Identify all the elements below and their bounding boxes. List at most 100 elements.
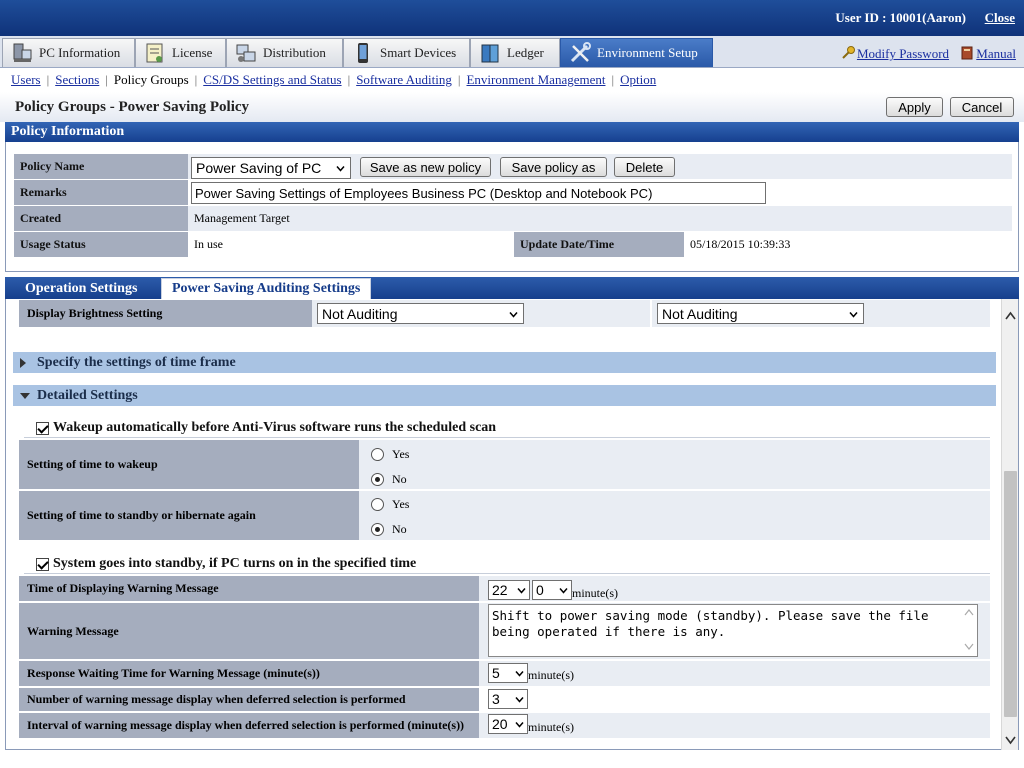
warning-message-textarea[interactable]: Shift to power saving mode (standby). Pl… xyxy=(488,604,978,657)
update-datetime-label: Update Date/Time xyxy=(514,232,684,258)
wakeup-no-radio[interactable]: No xyxy=(371,472,407,487)
save-as-new-policy-button[interactable]: Save as new policy xyxy=(360,157,491,177)
wakeup-checkbox[interactable] xyxy=(36,421,49,435)
subnav-cs-ds-settings[interactable]: CS/DS Settings and Status xyxy=(203,72,341,87)
key-icon xyxy=(841,46,855,60)
main-tab-bar: PC Information License Distribution Smar… xyxy=(0,36,1024,68)
display-brightness-label: Display Brightness Setting xyxy=(19,300,312,327)
detailed-settings-section-toggle[interactable]: Detailed Settings xyxy=(13,385,996,406)
chevron-down-icon xyxy=(517,588,526,594)
chevron-down-icon xyxy=(336,166,345,172)
brightness-left-select[interactable]: Not Auditing xyxy=(317,303,524,324)
license-icon xyxy=(144,42,166,64)
apply-button[interactable]: Apply xyxy=(886,97,943,117)
triangle-down-icon xyxy=(20,393,30,399)
warning-count-select[interactable]: 3 xyxy=(488,689,528,709)
settings-tab-bar: Operation Settings Power Saving Auditing… xyxy=(5,277,1019,299)
tab-label: Ledger xyxy=(507,45,544,60)
policy-name-select[interactable]: Power Saving of PC xyxy=(191,157,351,179)
chevron-down-icon xyxy=(849,312,858,318)
textarea-scroll-arrows-icon[interactable] xyxy=(963,607,975,652)
minutes-unit: minute(s) xyxy=(528,668,574,682)
vertical-scrollbar[interactable] xyxy=(1001,299,1018,750)
subnav-environment-management[interactable]: Environment Management xyxy=(466,72,605,87)
subnav-sections[interactable]: Sections xyxy=(55,72,99,87)
user-id-label: User ID : 10001(Aaron) xyxy=(835,10,966,25)
scroll-down-icon[interactable] xyxy=(1005,735,1016,745)
chevron-down-icon xyxy=(515,722,524,728)
warning-minute-select[interactable]: 0 xyxy=(532,580,572,600)
warning-interval-label: Interval of warning message display when… xyxy=(19,713,479,738)
policy-name-label: Policy Name xyxy=(14,154,188,180)
usage-status-value: In use xyxy=(188,232,514,258)
manual-link[interactable]: Manual xyxy=(976,46,1016,61)
subnav-software-auditing[interactable]: Software Auditing xyxy=(356,72,452,87)
standby-again-yes-radio[interactable]: Yes xyxy=(371,497,409,512)
ledger-icon xyxy=(479,42,501,64)
usage-status-label: Usage Status xyxy=(14,232,188,258)
minutes-unit: minute(s) xyxy=(528,720,574,734)
warning-count-label: Number of warning message display when d… xyxy=(19,688,479,711)
scroll-up-icon[interactable] xyxy=(1005,311,1016,321)
standby-checkbox-row[interactable]: System goes into standby, if PC turns on… xyxy=(36,556,416,572)
save-policy-as-button[interactable]: Save policy as xyxy=(500,157,607,177)
tab-distribution[interactable]: Distribution xyxy=(226,38,343,67)
top-header-bar: User ID : 10001(Aaron) Close xyxy=(0,0,1024,36)
standby-checkbox[interactable] xyxy=(36,557,49,571)
wakeup-checkbox-row[interactable]: Wakeup automatically before Anti-Virus s… xyxy=(36,420,496,436)
chevron-down-icon xyxy=(559,588,568,594)
sub-navigation: Users | Sections | Policy Groups | CS/DS Setti… xyxy=(0,68,1024,92)
subnav-policy-groups[interactable]: Policy Groups xyxy=(114,72,189,87)
update-datetime-value: 05/18/2015 10:39:33 xyxy=(684,232,1012,258)
warning-interval-select[interactable]: 20 xyxy=(488,714,528,734)
tab-label: PC Information xyxy=(39,45,121,60)
tab-label: Distribution xyxy=(263,45,326,60)
chevron-down-icon xyxy=(515,671,524,677)
remarks-input[interactable]: Power Saving Settings of Employees Busin… xyxy=(191,182,766,204)
distribution-icon xyxy=(235,42,257,64)
manual-book-icon xyxy=(960,46,974,60)
wakeup-yes-radio[interactable]: Yes xyxy=(371,447,409,462)
tab-label: Smart Devices xyxy=(380,45,457,60)
smartphone-icon xyxy=(352,42,374,64)
tab-license[interactable]: License xyxy=(135,38,226,67)
tab-environment-setup[interactable]: Environment Setup xyxy=(560,38,713,67)
standby-again-no-radio[interactable]: No xyxy=(371,522,407,537)
page-title-bar: Policy Groups - Power Saving Policy Appl… xyxy=(0,92,1024,122)
tab-label: License xyxy=(172,45,213,60)
pc-icon xyxy=(11,42,33,64)
brightness-right-select[interactable]: Not Auditing xyxy=(657,303,864,324)
close-link[interactable]: Close xyxy=(985,10,1015,26)
response-waiting-label: Response Waiting Time for Warning Messag… xyxy=(19,661,479,686)
created-value: Management Target xyxy=(188,206,1012,232)
created-label: Created xyxy=(14,206,188,232)
tab-operation-settings[interactable]: Operation Settings xyxy=(15,278,147,299)
page-title: Policy Groups - Power Saving Policy xyxy=(15,99,250,115)
policy-information-header: Policy Information xyxy=(5,122,1019,142)
time-frame-section-toggle[interactable]: Specify the settings of time frame xyxy=(13,352,996,373)
wakeup-time-label: Setting of time to wakeup xyxy=(19,440,359,489)
warning-message-label: Warning Message xyxy=(19,603,479,659)
settings-scroll-area[interactable]: Display Brightness Setting Not Auditing … xyxy=(5,299,1019,750)
chevron-down-icon xyxy=(509,312,518,318)
chevron-down-icon xyxy=(515,697,524,703)
delete-button[interactable]: Delete xyxy=(614,157,675,177)
tab-smart-devices[interactable]: Smart Devices xyxy=(343,38,470,67)
tab-pc-information[interactable]: PC Information xyxy=(2,38,135,67)
tab-ledger[interactable]: Ledger xyxy=(470,38,560,67)
tab-power-saving-auditing-settings[interactable]: Power Saving Auditing Settings xyxy=(161,278,372,299)
tab-label: Environment Setup xyxy=(597,45,698,60)
cancel-button[interactable]: Cancel xyxy=(950,97,1014,117)
scrollbar-thumb[interactable] xyxy=(1004,471,1017,717)
warning-time-label: Time of Displaying Warning Message xyxy=(19,576,479,601)
tools-icon xyxy=(569,42,591,64)
minutes-unit: minute(s) xyxy=(572,586,618,600)
warning-hour-select[interactable]: 22 xyxy=(488,580,530,600)
response-waiting-select[interactable]: 5 xyxy=(488,663,528,683)
policy-information-panel: Policy Name Power Saving of PC Save as n… xyxy=(5,142,1019,272)
subnav-users[interactable]: Users xyxy=(11,72,41,87)
modify-password-link[interactable]: Modify Password xyxy=(857,46,949,61)
standby-again-label: Setting of time to standby or hibernate … xyxy=(19,491,359,540)
triangle-right-icon xyxy=(20,358,26,368)
subnav-option[interactable]: Option xyxy=(620,72,656,87)
